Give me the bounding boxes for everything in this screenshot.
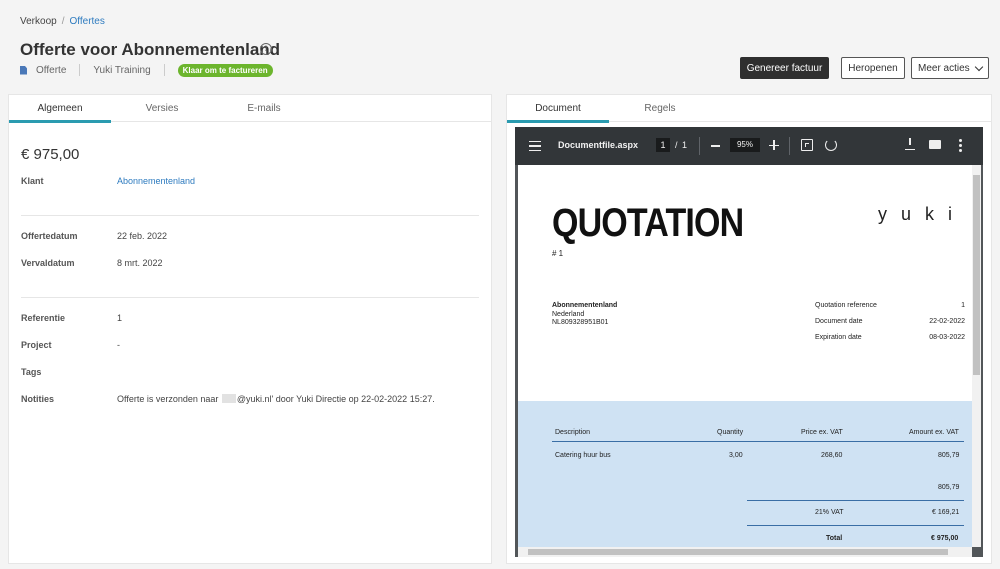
- subtotal-value: 805,79: [938, 484, 960, 491]
- page-separator: /: [675, 140, 678, 150]
- notes-label: Notities: [21, 394, 55, 404]
- document-icon: [20, 65, 27, 75]
- redacted-email: [221, 394, 236, 403]
- expiry-date-value: 8 mrt. 2022: [117, 258, 163, 268]
- divider: [21, 215, 479, 216]
- total-label: Total: [826, 535, 843, 542]
- pdf-toolbar: Documentfile.aspx 1 / 1 95%: [515, 127, 983, 165]
- document-meta: Offerte Yuki Training Klaar om te factur…: [20, 63, 273, 77]
- breadcrumb-separator: /: [61, 16, 65, 27]
- line-amount: 805,79: [938, 452, 960, 459]
- notes-suffix: @yuki.nl' door Yuki Directie op 22-02-20…: [236, 394, 435, 404]
- pdf-page: QUOTATION # 1 yuki Abonnementenland Nede…: [518, 165, 972, 547]
- page-total: 1: [682, 140, 688, 150]
- meta-label: Quotation reference: [815, 302, 877, 309]
- col-amount: Amount ex. VAT: [909, 429, 959, 436]
- quotation-title: QUOTATION: [552, 201, 744, 245]
- toolbar-divider: [789, 137, 790, 155]
- fit-to-page-icon[interactable]: [801, 139, 813, 151]
- reference-value: 1: [117, 313, 123, 323]
- page-number-input[interactable]: 1: [656, 138, 670, 152]
- zoom-level-input[interactable]: 95%: [730, 138, 760, 152]
- meta-divider: [163, 64, 165, 76]
- horizontal-scrollbar[interactable]: [518, 547, 972, 557]
- subtotal-line: [747, 500, 964, 501]
- divider: [21, 297, 479, 298]
- tab-regels[interactable]: Regels: [609, 95, 711, 122]
- meta-value: 22-02-2022: [929, 318, 965, 325]
- tab-emails[interactable]: E-mails: [213, 95, 315, 122]
- more-vertical-icon[interactable]: [959, 139, 962, 152]
- toolbar-divider: [699, 137, 700, 155]
- customer-link[interactable]: Abonnementenland: [117, 176, 195, 186]
- details-tabs: Algemeen Versies E-mails: [9, 95, 491, 123]
- customer-country: Nederland: [552, 310, 585, 318]
- breadcrumb: Verkoop / Offertes: [20, 16, 105, 27]
- total-amount: € 975,00: [21, 146, 80, 163]
- tab-versies[interactable]: Versies: [111, 95, 213, 122]
- print-icon[interactable]: [929, 140, 941, 149]
- tab-document[interactable]: Document: [507, 95, 609, 123]
- line-description: Catering huur bus: [555, 452, 611, 459]
- meta-label: Document date: [815, 318, 863, 325]
- more-actions-dropdown[interactable]: Meer acties: [911, 57, 989, 79]
- line-quantity: 3,00: [729, 452, 743, 459]
- scrollbar-thumb[interactable]: [973, 175, 980, 375]
- breadcrumb-verkoop[interactable]: Verkoop: [20, 16, 57, 27]
- quote-date-value: 22 feb. 2022: [117, 231, 168, 241]
- vertical-scrollbar[interactable]: [972, 165, 981, 547]
- col-price: Price ex. VAT: [801, 429, 843, 436]
- reopen-button[interactable]: Heropenen: [841, 57, 905, 79]
- meta-value: 08-03-2022: [929, 334, 965, 341]
- menu-icon[interactable]: [529, 141, 541, 151]
- zoom-out-icon[interactable]: [711, 145, 720, 147]
- rotate-icon[interactable]: [825, 139, 837, 151]
- page-title: Offerte voor Abonnementenland: [20, 40, 281, 59]
- line-price: 268,60: [821, 452, 843, 459]
- notes-prefix: Offerte is verzonden naar: [117, 394, 219, 404]
- notes-value: Offerte is verzonden naar @yuki.nl' door…: [117, 394, 435, 404]
- customer-label: Klant: [21, 176, 44, 186]
- customer-address: Abonnementenland Nederland NL809328951B0…: [552, 302, 617, 328]
- expiry-date-label: Vervaldatum: [21, 258, 75, 268]
- info-icon[interactable]: i: [260, 43, 272, 55]
- chevron-down-icon: [974, 62, 984, 72]
- breadcrumb-offertes[interactable]: Offertes: [69, 16, 104, 27]
- total-value: € 975,00: [931, 535, 959, 542]
- meta-domain: Yuki Training: [93, 64, 151, 76]
- customer-name: Abonnementenland: [552, 302, 618, 309]
- col-description: Description: [555, 429, 591, 436]
- reference-label: Referentie: [21, 313, 66, 323]
- more-actions-label: Meer acties: [918, 62, 970, 74]
- download-icon[interactable]: [905, 138, 915, 150]
- vat-line: [747, 525, 964, 526]
- document-tabs: Document Regels: [507, 95, 991, 123]
- zoom-in-icon[interactable]: [769, 140, 779, 150]
- vat-value: € 169,21: [932, 509, 960, 516]
- tab-algemeen[interactable]: Algemeen: [9, 95, 111, 123]
- generate-invoice-button[interactable]: Genereer factuur: [740, 57, 829, 79]
- tags-label: Tags: [21, 367, 42, 377]
- project-label: Project: [21, 340, 52, 350]
- table-header-line: [552, 441, 964, 442]
- meta-type: Offerte: [36, 64, 67, 76]
- vat-label: 21% VAT: [815, 509, 844, 516]
- meta-divider: [79, 64, 81, 76]
- pdf-filename: Documentfile.aspx: [558, 140, 639, 150]
- scrollbar-thumb[interactable]: [528, 549, 948, 555]
- meta-value: 1: [961, 302, 965, 309]
- details-panel: Algemeen Versies E-mails € 975,00 Klant …: [8, 94, 492, 564]
- pdf-viewer: Documentfile.aspx 1 / 1 95% QUOTATION # …: [515, 127, 983, 557]
- document-panel: Document Regels Documentfile.aspx 1 / 1 …: [506, 94, 992, 564]
- col-quantity: Quantity: [717, 429, 744, 436]
- status-badge: Klaar om te factureren: [177, 63, 273, 77]
- yuki-logo: yuki: [878, 204, 967, 224]
- project-value: -: [117, 340, 120, 350]
- quotation-number: # 1: [552, 249, 564, 258]
- meta-label: Expiration date: [815, 334, 862, 341]
- quote-date-label: Offertedatum: [21, 231, 78, 241]
- customer-vat: NL809328951B01: [552, 319, 609, 326]
